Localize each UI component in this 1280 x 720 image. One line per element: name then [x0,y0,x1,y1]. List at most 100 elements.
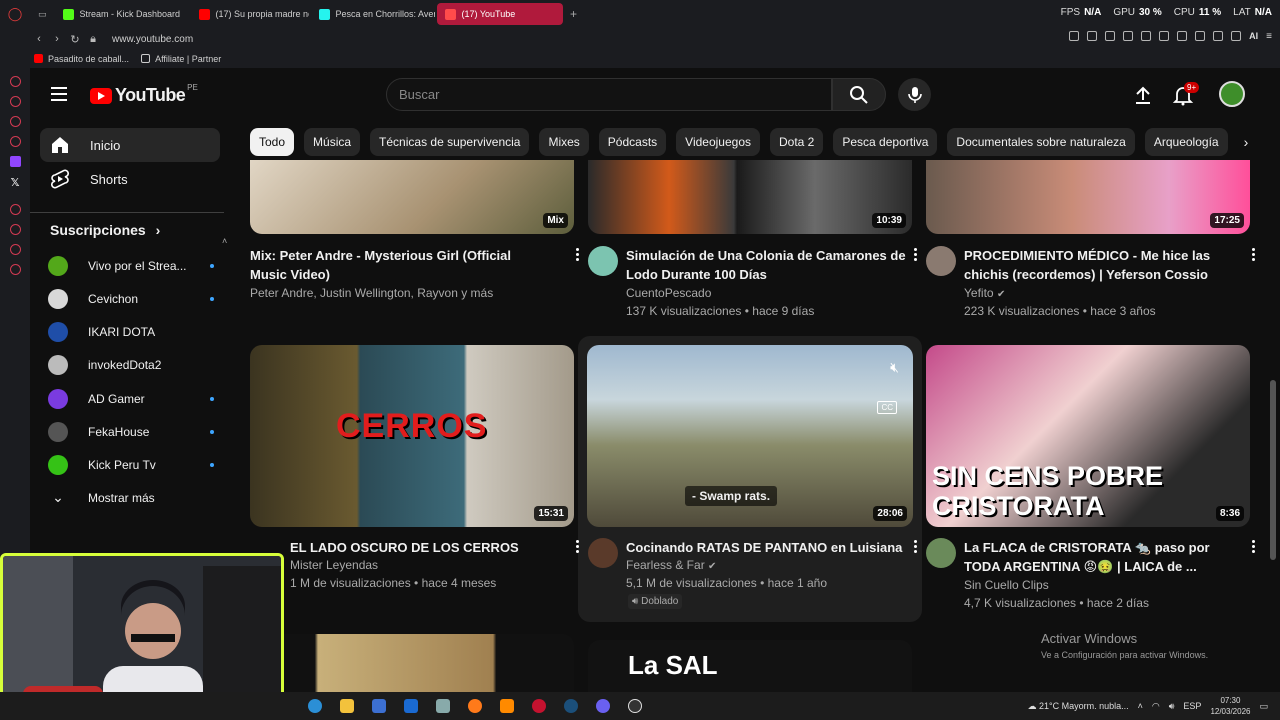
upload-icon[interactable] [1132,84,1154,106]
chevron-right-icon[interactable]: › [1232,128,1260,156]
calculator-icon[interactable] [372,699,386,713]
opera-logo-icon[interactable]: ◯ [0,0,30,28]
subscription-item[interactable]: IKARI DOTA [48,318,224,346]
chip-supervivencia[interactable]: Técnicas de supervivencia [370,128,530,156]
youtube-logo[interactable]: YouTube PE [90,83,198,106]
video-title[interactable]: Mix: Peter Andre - Mysterious Girl (Offi… [250,246,530,284]
show-more-button[interactable]: ⌄ Mostrar más [48,484,224,512]
voice-search-button[interactable] [898,78,931,111]
tab-kick-dashboard[interactable]: Stream - Kick Dashboard [55,3,189,25]
zoom-icon[interactable] [1069,31,1080,41]
url-field[interactable]: www.youtube.com [112,34,193,45]
opera-icon[interactable] [532,699,546,713]
channel-name[interactable]: Fearless & Far ✔ [626,558,716,572]
chip-mixes[interactable]: Mixes [539,128,589,156]
sidebar-item-shorts[interactable]: Shorts [40,162,220,196]
subscription-item[interactable]: Vivo por el Strea... [48,252,224,280]
instagram-icon[interactable] [9,136,21,147]
channel-avatar[interactable] [588,246,618,276]
video-title[interactable]: PROCEDIMIENTO MÉDICO - Me hice las chich… [964,246,1244,284]
x-icon[interactable]: 𝕏 [11,176,20,189]
chip-pesca[interactable]: Pesca deportiva [833,128,938,156]
pin-icon[interactable] [1087,31,1098,41]
video-thumbnail[interactable] [250,634,574,692]
player-icon[interactable] [9,204,21,215]
share-icon[interactable] [1195,31,1206,41]
channel-name[interactable]: CuentoPescado [626,286,711,300]
channel-avatar[interactable] [926,246,956,276]
mute-icon[interactable]: 🔇︎ [890,359,899,376]
sidebar-item-home[interactable]: Inicio [40,128,220,162]
channel-avatar[interactable] [588,538,618,568]
clock-icon[interactable] [9,244,21,255]
closed-captions-icon[interactable]: CC [877,401,897,414]
chip-todo[interactable]: Todo [250,128,295,156]
vpn-icon[interactable] [1231,31,1242,41]
video-thumbnail[interactable]: 10:39 [588,160,912,234]
chip-documentales[interactable]: Documentales sobre naturaleza [947,128,1135,156]
video-thumbnail[interactable]: SIN CENS POBRE CRISTORATA 8:36 [926,345,1250,527]
video-title[interactable]: Simulación de Una Colonia de Camarones d… [626,246,906,284]
subscription-item[interactable]: invokedDota2 [48,351,224,379]
channel-name[interactable]: Mister Leyendas [290,558,378,572]
hamburger-menu-icon[interactable] [51,87,67,101]
language-indicator[interactable]: ESP [1183,701,1201,711]
volume-icon[interactable]: 🔊︎ [1169,701,1175,712]
bookmark-item[interactable]: Affiliate | Partner [141,54,221,64]
discord-icon[interactable] [596,699,610,713]
tab-youtube-madre[interactable]: (17) Su propia madre no la [191,3,309,25]
more-options-icon[interactable] [576,540,580,555]
more-options-icon[interactable] [576,248,580,263]
download-icon[interactable] [1213,31,1224,41]
chip-dota2[interactable]: Dota 2 [770,128,824,156]
video-thumbnail[interactable]: CERROS 15:31 [250,345,574,527]
chevron-up-icon[interactable]: ˄ [1138,701,1143,711]
player-icon[interactable] [1141,31,1152,41]
weather-widget[interactable]: ☁︎ 21°C Mayorm. nubla... [1027,701,1128,712]
video-thumbnail[interactable]: 🔇︎ CC - Swamp rats. 28:06 [587,345,913,527]
more-options-icon[interactable] [1252,248,1256,263]
video-title[interactable]: Cocinando RATAS DE PANTANO en Luisiana [626,538,906,557]
chip-arqueologia[interactable]: Arqueología [1144,128,1228,156]
heart-icon[interactable] [1159,31,1170,41]
more-options-icon[interactable] [1252,540,1256,555]
notifications-icon[interactable]: ▭ [1259,701,1268,712]
video-thumbnail[interactable]: Mix [250,160,574,234]
twitch-icon[interactable] [9,156,21,167]
scrollbar[interactable] [1270,380,1276,560]
new-tab-button[interactable]: + [567,7,581,21]
video-title[interactable]: EL LADO OSCURO DE LOS CERROS [290,538,570,557]
reload-icon[interactable]: ↻ [66,33,84,46]
search-button[interactable] [832,78,886,111]
clock[interactable]: 07:30 12/03/2026 [1210,695,1250,717]
search-input[interactable] [386,78,832,111]
whatsapp-icon[interactable] [9,116,21,127]
subscription-item[interactable]: FekaHouse [48,418,224,446]
outlook-icon[interactable] [404,699,418,713]
forward-icon[interactable]: › [48,33,66,45]
obs-icon[interactable] [628,699,642,713]
edge-icon[interactable] [308,699,322,713]
subscription-item[interactable]: Kick Peru Tv [48,451,224,479]
ai-button[interactable]: AI [1249,31,1258,42]
file-explorer-icon[interactable] [340,699,354,713]
steam-icon[interactable] [564,699,578,713]
subscriptions-header[interactable]: Suscripciones › [50,222,160,238]
settings-icon[interactable] [9,264,21,275]
chip-videojuegos[interactable]: Videojuegos [676,128,760,156]
channel-avatar[interactable] [926,538,956,568]
aria-icon[interactable] [9,76,21,87]
video-title[interactable]: La FLACA de CRISTORATA 🐀 paso por TODA A… [964,538,1244,576]
bookmark-item[interactable]: Pasadito de caball... [34,54,129,64]
more-options-icon[interactable] [914,540,918,555]
history-icon[interactable] [9,224,21,235]
snapshot-icon[interactable] [1105,31,1116,41]
video-thumbnail[interactable]: La SAL [588,640,912,692]
cube-icon[interactable] [1177,31,1188,41]
menu-icon[interactable]: ≡ [1266,31,1272,42]
messenger-icon[interactable] [9,96,21,107]
firefox-icon[interactable] [468,699,482,713]
workspace-icon[interactable]: ▭ [32,3,53,25]
app-icon[interactable] [436,699,450,713]
subscription-item[interactable]: AD Gamer [48,385,224,413]
